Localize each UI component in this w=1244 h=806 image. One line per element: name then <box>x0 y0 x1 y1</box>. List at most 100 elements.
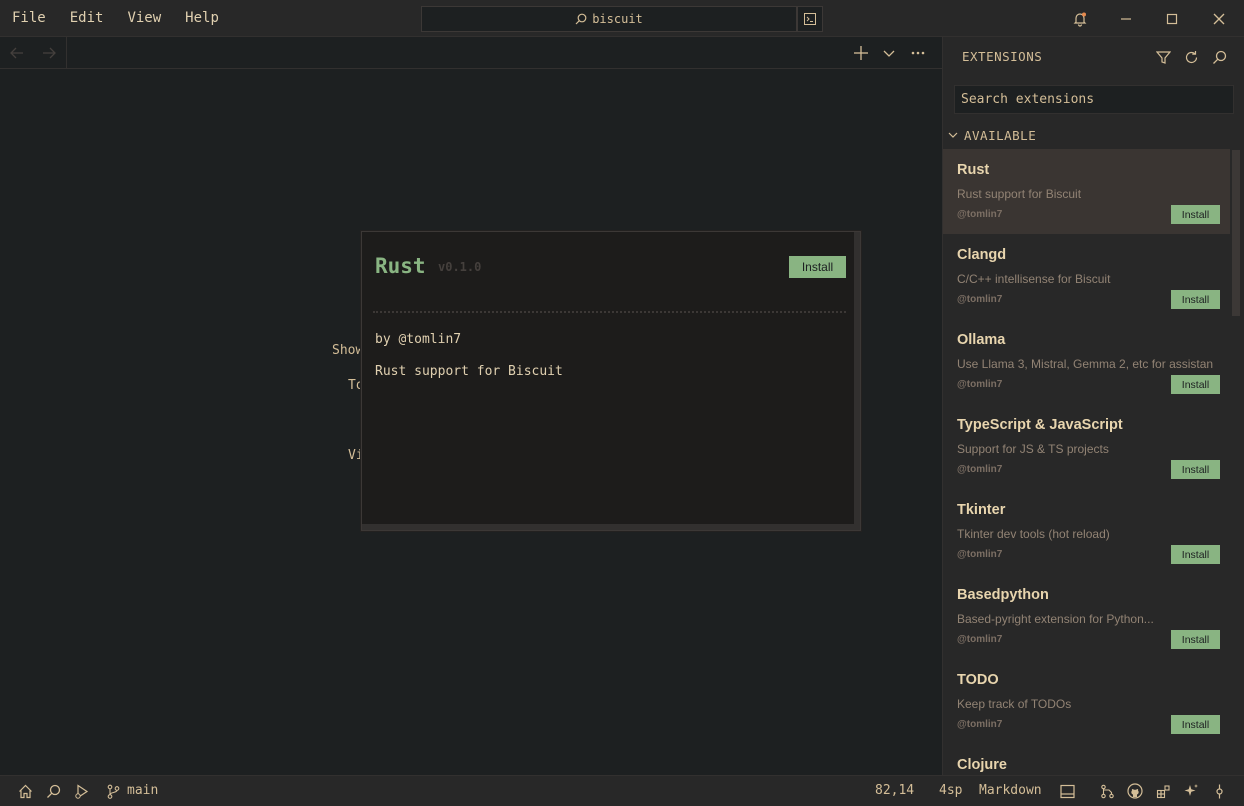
menu-file[interactable]: File <box>0 0 58 37</box>
branch-name[interactable]: main <box>127 783 158 798</box>
extension-detail-popup: Rust v0.1.0 Install by @tomlin7 Rust sup… <box>361 231 861 531</box>
menu-edit[interactable]: Edit <box>58 0 116 37</box>
extension-name: Tkinter <box>957 502 1006 518</box>
run-debug-icon <box>74 783 88 799</box>
menu-view[interactable]: View <box>115 0 173 37</box>
branch-button[interactable] <box>103 781 123 801</box>
terminal-icon <box>804 13 816 25</box>
command-search[interactable]: biscuit <box>421 6 797 32</box>
bell-icon <box>1073 12 1087 27</box>
install-button[interactable]: Install <box>1171 290 1220 309</box>
install-button[interactable]: Install <box>1171 375 1220 394</box>
panel-toggle-button[interactable] <box>1057 781 1077 801</box>
extension-author: @tomlin7 <box>957 464 1003 475</box>
menu-help[interactable]: Help <box>173 0 231 37</box>
extension-list: Rust Rust support for Biscuit @tomlin7 I… <box>943 149 1230 775</box>
source-control-icon <box>1100 784 1114 798</box>
chevron-down-icon <box>883 50 895 57</box>
extension-list-scrollbar[interactable] <box>1232 150 1240 316</box>
extension-name: Ollama <box>957 332 1006 348</box>
extension-description: Tkinter dev tools (hot reload) <box>957 527 1110 541</box>
close-button[interactable] <box>1196 0 1242 37</box>
maximize-icon <box>1166 13 1178 24</box>
install-button[interactable]: Install <box>1171 205 1220 224</box>
cursor-position[interactable]: 82,14 <box>875 783 914 798</box>
extension-description: C/C++ intellisense for Biscuit <box>957 272 1111 286</box>
arrow-left-icon <box>10 47 23 59</box>
install-button[interactable]: Install <box>1171 545 1220 564</box>
plus-icon <box>854 46 868 60</box>
ai-assistant-button[interactable] <box>1181 781 1201 801</box>
extension-item-clangd[interactable]: Clangd C/C++ intellisense for Biscuit @t… <box>943 234 1230 319</box>
extension-description: Based-pyright extension for Python... <box>957 612 1154 626</box>
back-button[interactable] <box>1 37 33 69</box>
home-button[interactable] <box>15 781 35 801</box>
maximize-button[interactable] <box>1149 0 1195 37</box>
title-bar: File Edit View Help biscuit <box>0 0 1244 37</box>
popup-border-right <box>854 232 860 530</box>
install-button[interactable]: Install <box>1171 630 1220 649</box>
sidebar-search-button[interactable] <box>1209 47 1229 67</box>
install-button[interactable]: Install <box>1171 460 1220 479</box>
extensions-icon <box>1156 784 1170 798</box>
extensions-search-input[interactable] <box>954 85 1234 114</box>
search-icon <box>575 13 587 25</box>
status-search-button[interactable] <box>43 781 63 801</box>
sparkle-icon <box>1184 784 1198 796</box>
extension-item-todo[interactable]: TODO Keep track of TODOs @tomlin7 Instal… <box>943 659 1230 744</box>
available-section-header[interactable]: AVAILABLE <box>943 124 1243 146</box>
notifications-button[interactable] <box>1057 0 1103 37</box>
language-mode[interactable]: Markdown <box>979 783 1042 798</box>
status-bar: main 82,14 4sp Markdown <box>0 775 1244 806</box>
nav-divider <box>66 37 67 69</box>
extension-item-basedpython[interactable]: Basedpython Based-pyright extension for … <box>943 574 1230 659</box>
extension-author: @tomlin7 <box>957 294 1003 305</box>
github-button[interactable] <box>1125 781 1145 801</box>
extension-name: TODO <box>957 672 999 688</box>
popup-description: Rust support for Biscuit <box>375 364 563 379</box>
source-control-button[interactable] <box>1097 781 1117 801</box>
new-tab-button[interactable] <box>847 37 875 69</box>
terminal-button[interactable] <box>797 6 823 32</box>
popup-border-bottom <box>362 524 860 530</box>
commit-icon <box>1215 784 1223 798</box>
menu-bar: File Edit View Help <box>0 0 231 37</box>
refresh-icon <box>1185 50 1197 63</box>
extension-item-rust[interactable]: Rust Rust support for Biscuit @tomlin7 I… <box>943 149 1230 234</box>
extension-item-ollama[interactable]: Ollama Use Llama 3, Mistral, Gemma 2, et… <box>943 319 1230 404</box>
git-branch-icon <box>107 784 119 799</box>
filter-button[interactable] <box>1153 47 1173 67</box>
refresh-button[interactable] <box>1181 47 1201 67</box>
extension-item-typescript[interactable]: TypeScript & JavaScript Support for JS &… <box>943 404 1230 489</box>
search-icon <box>1212 50 1226 64</box>
extension-name: TypeScript & JavaScript <box>957 417 1123 433</box>
minimize-icon <box>1121 17 1131 20</box>
popup-extension-version: v0.1.0 <box>438 260 482 274</box>
filter-icon <box>1155 50 1171 64</box>
indentation[interactable]: 4sp <box>939 783 962 798</box>
popup-author: by @tomlin7 <box>375 332 462 347</box>
extension-description: Support for JS & TS projects <box>957 442 1109 456</box>
extension-name: Clangd <box>957 247 1007 263</box>
run-debug-button[interactable] <box>71 781 91 801</box>
sidebar-title: EXTENSIONS <box>962 49 1043 64</box>
install-button[interactable]: Install <box>1171 715 1220 734</box>
arrow-right-icon <box>43 47 56 59</box>
extension-description: Rust support for Biscuit <box>957 187 1082 201</box>
extension-item-clojure[interactable]: Clojure <box>943 744 1230 775</box>
tab-list-button[interactable] <box>875 37 903 69</box>
extension-name: Clojure <box>957 757 1007 773</box>
popup-divider <box>373 311 846 313</box>
close-icon <box>1213 13 1225 24</box>
popup-install-button[interactable]: Install <box>789 256 846 278</box>
extension-item-tkinter[interactable]: Tkinter Tkinter dev tools (hot reload) @… <box>943 489 1230 574</box>
minimize-button[interactable] <box>1103 0 1149 37</box>
tab-more-button[interactable] <box>904 37 932 69</box>
forward-button[interactable] <box>33 37 65 69</box>
extensions-button[interactable] <box>1153 781 1173 801</box>
welcome-hint-show: Show <box>332 343 364 358</box>
timeline-button[interactable] <box>1209 781 1229 801</box>
search-icon <box>46 784 60 798</box>
chevron-down-icon <box>948 132 958 138</box>
home-icon <box>18 784 32 798</box>
